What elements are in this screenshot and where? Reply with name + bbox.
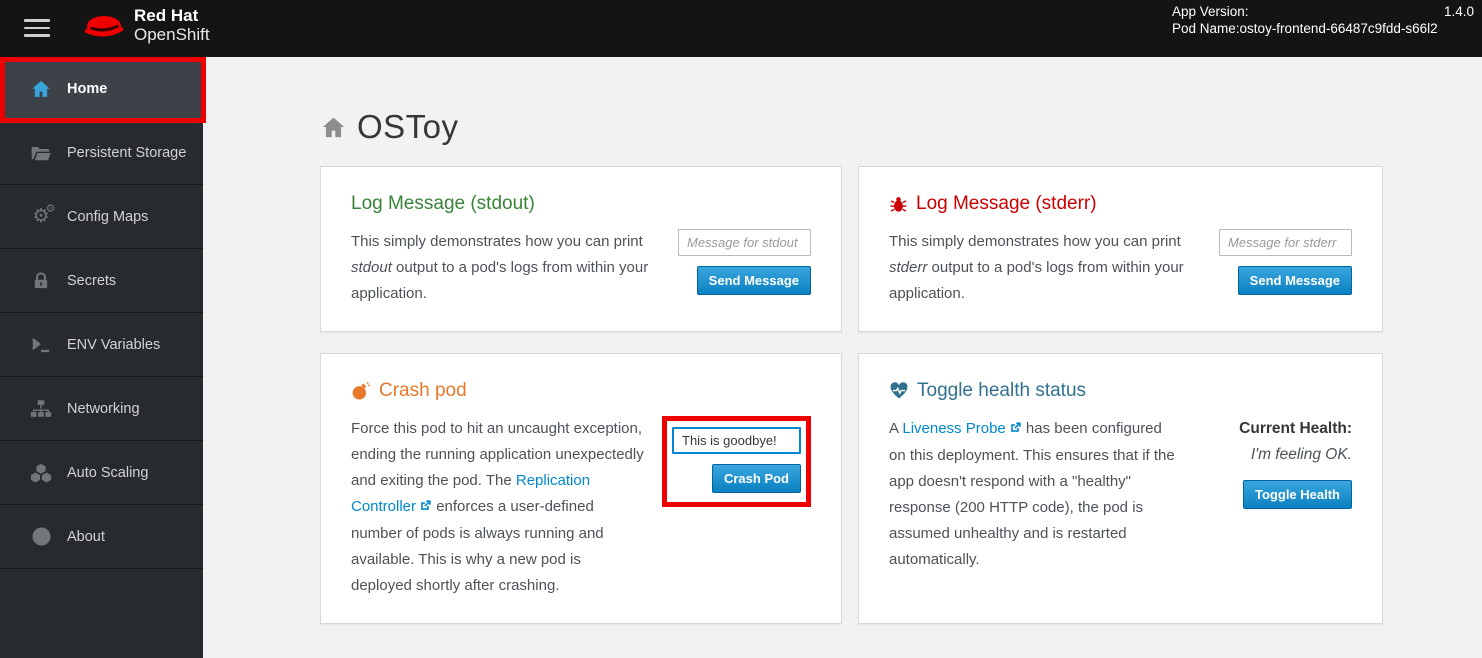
redhat-fedora-icon	[80, 9, 124, 41]
info-circle-icon	[27, 526, 55, 547]
card-title-text: Crash pod	[379, 380, 467, 402]
folder-open-icon	[27, 142, 55, 164]
top-masthead: Red Hat OpenShift App Version: 1.4.0 Pod…	[0, 0, 1482, 57]
card-log-stderr: Log Message (stderr) This simply demonst…	[858, 166, 1383, 332]
stdout-message-input[interactable]	[678, 229, 811, 256]
body-segment: has been configured on this deployment. …	[889, 420, 1175, 568]
sidebar-item-auto-scaling[interactable]: Auto Scaling	[0, 441, 203, 505]
sidebar-item-label: ENV Variables	[67, 337, 160, 353]
brand-line-redhat: Red Hat	[134, 6, 210, 25]
body-segment: This simply demonstrates how you can pri…	[351, 233, 643, 250]
hamburger-menu-icon[interactable]	[24, 19, 50, 37]
sidebar-nav: Home Persistent Storage ⚙⚙ Config Maps S…	[0, 57, 203, 658]
sidebar-item-label: Config Maps	[67, 209, 148, 225]
crash-controls: Crash Pod	[662, 416, 811, 599]
card-title-health: Toggle health status	[889, 380, 1352, 402]
current-health-value: I'm feeling OK.	[1251, 442, 1352, 468]
cubes-icon	[27, 462, 55, 484]
card-body-text: This simply demonstrates how you can pri…	[351, 229, 678, 307]
toggle-health-button[interactable]: Toggle Health	[1243, 480, 1352, 509]
redhat-openshift-logo: Red Hat OpenShift	[80, 6, 210, 44]
sidebar-item-networking[interactable]: Networking	[0, 377, 203, 441]
pod-name-value: ostoy-frontend-66487c9fdd-s66l2	[1240, 21, 1438, 36]
terminal-icon	[27, 334, 55, 356]
sidebar-item-label: Persistent Storage	[67, 145, 186, 161]
sidebar-item-home[interactable]: Home	[0, 57, 203, 121]
sidebar-item-label: Secrets	[67, 273, 116, 289]
header-app-info: App Version: 1.4.0 Pod Name:ostoy-fronte…	[1172, 3, 1474, 37]
sidebar-item-env-variables[interactable]: ENV Variables	[0, 313, 203, 377]
body-segment: Force this pod to hit an uncaught except…	[351, 420, 644, 489]
body-segment: output to a pod's logs from within your …	[351, 259, 648, 302]
app-version-value: 1.4.0	[1444, 3, 1474, 20]
card-title-stderr: Log Message (stderr)	[889, 193, 1352, 215]
sidebar-item-label: Home	[67, 81, 107, 97]
stderr-controls: Send Message	[1219, 229, 1352, 307]
card-title-crash: Crash pod	[351, 380, 811, 402]
body-segment: output to a pod's logs from within your …	[889, 259, 1184, 302]
sitemap-icon	[27, 398, 55, 420]
card-body-text: This simply demonstrates how you can pri…	[889, 229, 1219, 307]
bomb-icon	[351, 381, 371, 401]
sidebar-item-label: About	[67, 529, 105, 545]
app-version-label: App Version:	[1172, 3, 1249, 20]
external-link-icon	[1009, 417, 1022, 443]
card-body-text: Force this pod to hit an uncaught except…	[351, 416, 662, 599]
sidebar-item-label: Auto Scaling	[67, 465, 148, 481]
page-title: OSToy	[320, 108, 1482, 146]
body-segment: This simply demonstrates how you can pri…	[889, 233, 1181, 250]
main-content: OSToy Log Message (stdout) This simply d…	[203, 57, 1482, 658]
card-log-stdout: Log Message (stdout) This simply demonst…	[320, 166, 842, 332]
home-icon	[320, 114, 347, 141]
card-title-stdout: Log Message (stdout)	[351, 193, 811, 215]
card-title-text: Log Message (stdout)	[351, 193, 535, 215]
lock-icon	[27, 271, 55, 291]
stdout-controls: Send Message	[678, 229, 811, 307]
current-health-label: Current Health:	[1239, 416, 1352, 442]
crash-message-input[interactable]	[672, 427, 801, 454]
sidebar-item-secrets[interactable]: Secrets	[0, 249, 203, 313]
sidebar-item-label: Networking	[67, 401, 140, 417]
card-title-text: Toggle health status	[917, 380, 1086, 402]
sidebar-item-config-maps[interactable]: ⚙⚙ Config Maps	[0, 185, 203, 249]
stderr-message-input[interactable]	[1219, 229, 1352, 256]
annotation-box-crash: Crash Pod	[662, 416, 811, 507]
send-stderr-button[interactable]: Send Message	[1238, 266, 1352, 295]
send-stdout-button[interactable]: Send Message	[697, 266, 811, 295]
external-link-icon	[419, 495, 432, 521]
card-toggle-health: Toggle health status A Liveness Probe ha…	[858, 353, 1383, 624]
sidebar-item-about[interactable]: About	[0, 505, 203, 569]
card-grid: Log Message (stdout) This simply demonst…	[320, 166, 1383, 624]
body-emphasis: stdout	[351, 259, 392, 276]
sidebar-item-persistent-storage[interactable]: Persistent Storage	[0, 121, 203, 185]
health-status-panel: Current Health: I'm feeling OK. Toggle H…	[1200, 416, 1352, 573]
gears-icon: ⚙⚙	[27, 207, 55, 226]
home-icon	[27, 78, 55, 100]
card-title-text: Log Message (stderr)	[916, 193, 1097, 215]
card-crash-pod: Crash pod Force this pod to hit an uncau…	[320, 353, 842, 624]
bug-icon	[889, 195, 908, 214]
crash-pod-button[interactable]: Crash Pod	[712, 464, 801, 493]
body-segment: A	[889, 420, 902, 437]
page-title-text: OSToy	[357, 108, 459, 146]
brand-text: Red Hat OpenShift	[134, 6, 210, 44]
pod-name-label: Pod Name:	[1172, 21, 1240, 36]
liveness-probe-link[interactable]: Liveness Probe	[902, 420, 1005, 437]
brand-line-openshift: OpenShift	[134, 25, 210, 44]
body-emphasis: stderr	[889, 259, 927, 276]
card-body-text: A Liveness Probe has been configured on …	[889, 416, 1200, 573]
heartbeat-icon	[889, 381, 909, 401]
